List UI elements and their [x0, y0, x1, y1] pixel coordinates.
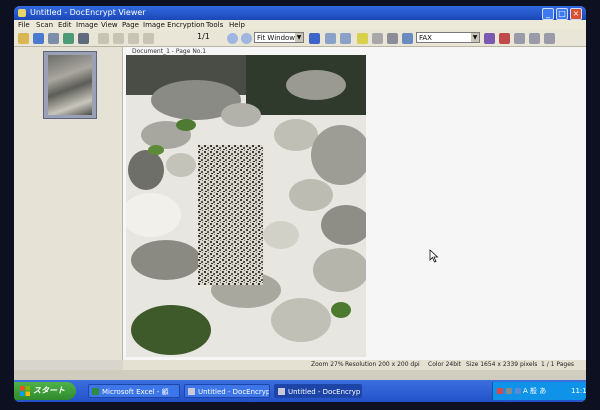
window-title: Untitled - DocEncrypt Viewer [30, 8, 146, 17]
settings-icon[interactable] [484, 33, 495, 44]
tray-antivirus-icon[interactable] [497, 388, 503, 394]
status-zoom: Zoom 27% [311, 361, 344, 368]
docencrypt-icon [278, 388, 285, 395]
page-thumbnail[interactable] [43, 51, 97, 119]
menu-view[interactable]: View [101, 20, 118, 30]
thumbnail-pane [14, 47, 123, 360]
excel-icon [92, 388, 99, 395]
start-label: スタート [33, 386, 65, 395]
fax-icon[interactable] [78, 33, 89, 44]
scan-icon[interactable] [63, 33, 74, 44]
close-button[interactable]: × [570, 8, 582, 20]
delete-icon[interactable] [499, 33, 510, 44]
save-icon[interactable] [33, 33, 44, 44]
taskbar-item-label: Untitled - DocEncryp... [198, 388, 270, 396]
chevron-down-icon: ▼ [471, 33, 479, 42]
page-counter: 1/1 [197, 32, 210, 41]
tray-volume-icon[interactable] [515, 388, 521, 394]
thumbnail-image [48, 55, 92, 115]
properties-icon[interactable] [514, 33, 525, 44]
tray-network-icon[interactable] [506, 388, 512, 394]
menu-scan[interactable]: Scan [36, 20, 53, 30]
docencrypt-icon [188, 388, 195, 395]
menu-image-encryption[interactable]: Image Encryption [143, 20, 205, 30]
title-bar[interactable]: Untitled - DocEncrypt Viewer _ □ × [14, 6, 586, 20]
zoom-out-icon[interactable] [227, 33, 238, 44]
zoom-select-value: Fit Window [257, 34, 296, 42]
chevron-down-icon: ▼ [295, 33, 303, 42]
open-icon[interactable] [18, 33, 29, 44]
last-page-icon[interactable] [143, 33, 154, 44]
status-color: Color 24bit [428, 361, 462, 368]
fit-width-icon[interactable] [325, 33, 336, 44]
prev-page-icon[interactable] [113, 33, 124, 44]
menu-edit[interactable]: Edit [58, 20, 72, 30]
menu-tools[interactable]: Tools [206, 20, 223, 30]
minimize-button[interactable]: _ [542, 8, 554, 20]
app-icon [18, 9, 26, 17]
document-image [126, 55, 366, 357]
menu-help[interactable]: Help [229, 20, 245, 30]
menu-image[interactable]: Image [76, 20, 98, 30]
ime-indicator[interactable]: A 般 あ [523, 382, 546, 400]
help-icon[interactable] [544, 33, 555, 44]
decrypt-icon[interactable] [387, 33, 398, 44]
fax-send-icon[interactable] [402, 33, 413, 44]
status-resolution: Resolution 200 x 200 dpi [345, 361, 420, 368]
zoom-select[interactable]: Fit Window ▼ [254, 32, 304, 43]
mouse-cursor-icon [429, 249, 439, 263]
format-select[interactable]: FAX ▼ [416, 32, 480, 43]
taskbar-item-docencrypt-1[interactable]: Untitled - DocEncryp... [184, 384, 270, 398]
first-page-icon[interactable] [98, 33, 109, 44]
taskbar-item-excel[interactable]: Microsoft Excel - 顧 [88, 384, 180, 398]
maximize-button[interactable]: □ [556, 8, 568, 20]
status-size: Size 1654 x 2339 pixels [466, 361, 538, 368]
menu-bar: File Scan Edit Image View Page Image Enc… [14, 20, 586, 30]
status-pages: 1 / 1 Pages [541, 361, 575, 368]
taskbar: スタート Microsoft Excel - 顧 Untitled - DocE… [14, 380, 586, 402]
status-bar: Zoom 27% Resolution 200 x 200 dpi Color … [123, 360, 586, 370]
menu-file[interactable]: File [18, 20, 30, 30]
desktop-gap [14, 370, 586, 380]
print-icon[interactable] [48, 33, 59, 44]
windows-logo-icon [20, 386, 30, 396]
fit-height-icon[interactable] [340, 33, 351, 44]
format-select-value: FAX [419, 34, 432, 42]
note-icon[interactable] [357, 33, 368, 44]
actual-size-icon[interactable] [309, 33, 320, 44]
taskbar-item-label: Untitled - DocEncryp... [288, 388, 362, 396]
document-label: Document_1 - Page No.1 [132, 48, 207, 55]
toolbar: 1/1 Fit Window ▼ FAX ▼ [14, 30, 586, 47]
document-viewer[interactable]: Document_1 - Page No.1 [123, 47, 586, 360]
zoom-in-icon[interactable] [241, 33, 252, 44]
encrypt-icon[interactable] [372, 33, 383, 44]
start-button[interactable]: スタート [14, 382, 76, 400]
system-tray: A 般 あ 11:12 [492, 382, 586, 400]
next-page-icon[interactable] [128, 33, 139, 44]
taskbar-item-docencrypt-2[interactable]: Untitled - DocEncryp... [274, 384, 362, 398]
monitor-screen: Untitled - DocEncrypt Viewer _ □ × File … [14, 6, 586, 402]
menu-page[interactable]: Page [122, 20, 139, 30]
info-icon[interactable] [529, 33, 540, 44]
clock: 11:12 [571, 387, 586, 395]
taskbar-item-label: Microsoft Excel - 顧 [102, 388, 169, 396]
